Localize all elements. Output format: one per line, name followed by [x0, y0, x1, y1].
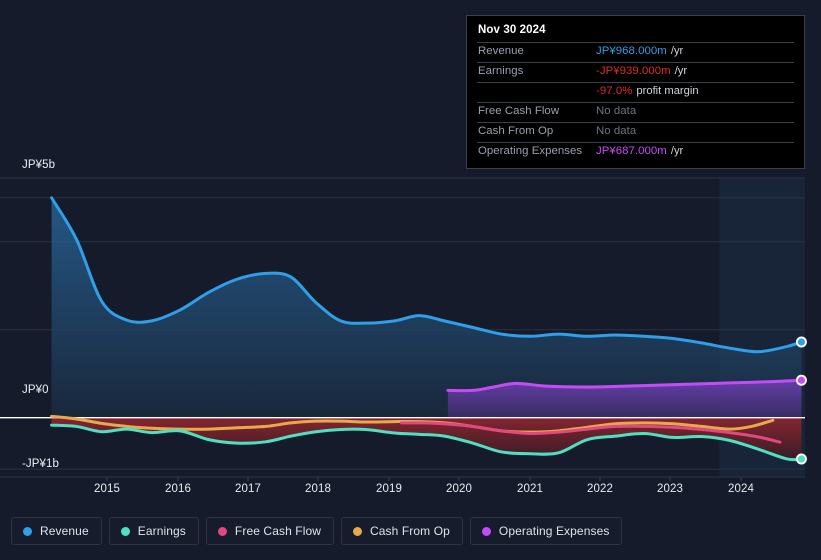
- legend-item-free-cash-flow[interactable]: Free Cash Flow: [205, 517, 335, 545]
- legend-color-dot-icon: [120, 526, 130, 536]
- endpoint-marker-revenue: [795, 336, 807, 348]
- legend-item-label: Cash From Op: [370, 524, 450, 538]
- tooltip-row-label: Free Cash Flow: [478, 105, 560, 117]
- endpoint-marker-earnings: [795, 453, 807, 465]
- tooltip-row-unit: /yr: [670, 45, 684, 57]
- tooltip-row: Operating Expenses JP¥687.000m/yr: [477, 142, 794, 162]
- legend-item-earnings[interactable]: Earnings: [108, 517, 199, 545]
- tooltip-row-unit: /yr: [670, 145, 684, 157]
- tooltip-row: Cash From Op No data: [477, 122, 794, 142]
- legend-item-cash-from-op[interactable]: Cash From Op: [341, 517, 463, 545]
- legend-item-revenue[interactable]: Revenue: [11, 517, 102, 545]
- tooltip-row: Free Cash Flow No data: [477, 102, 794, 122]
- legend-item-label: Free Cash Flow: [234, 524, 322, 538]
- tooltip-row-value: No data: [596, 125, 637, 137]
- tooltip-row: -97.0% profit margin: [477, 82, 794, 102]
- endpoint-marker-operating-expenses: [795, 374, 807, 386]
- tooltip-row-unit: profit margin: [636, 85, 699, 97]
- tooltip-row-value: -97.0%: [596, 85, 633, 97]
- legend-color-dot-icon: [481, 526, 491, 536]
- legend-item-label: Operating Expenses: [498, 524, 610, 538]
- tooltip-row-unit: /yr: [674, 65, 688, 77]
- tooltip-row-label: Revenue: [478, 45, 524, 57]
- legend-item-label: Revenue: [40, 524, 89, 538]
- tooltip-rows: Revenue JP¥968.000m/yr Earnings -JP¥939.000…: [477, 42, 794, 162]
- chart-tooltip: Nov 30 2024 Revenue JP¥968.000m/yr Earning…: [466, 15, 805, 169]
- tooltip-row-value: JP¥687.000m: [596, 145, 667, 157]
- legend-color-dot-icon: [23, 526, 32, 536]
- tooltip-row-value: -JP¥939.000m: [596, 65, 671, 77]
- financial-chart-page: JP¥5b JP¥0 -JP¥1b 2015 2016 2017 2018 2019 2020…: [0, 0, 821, 560]
- tooltip-row-label: Earnings: [478, 65, 524, 77]
- tooltip-row-label: Operating Expenses: [478, 145, 583, 157]
- chart-legend: Revenue Earnings Free Cash Flow Cash From O…: [11, 517, 623, 545]
- legend-item-label: Earnings: [137, 524, 186, 538]
- tooltip-row-value: No data: [596, 105, 637, 117]
- tooltip-date: Nov 30 2024: [478, 24, 546, 36]
- legend-item-operating-expenses[interactable]: Operating Expenses: [469, 517, 623, 545]
- tooltip-row-label: Cash From Op: [478, 125, 554, 137]
- tooltip-row: Revenue JP¥968.000m/yr: [477, 42, 794, 62]
- legend-color-dot-icon: [217, 526, 227, 536]
- legend-color-dot-icon: [353, 526, 363, 536]
- tooltip-row-value: JP¥968.000m: [596, 45, 667, 57]
- tooltip-row: Earnings -JP¥939.000m/yr: [477, 62, 794, 82]
